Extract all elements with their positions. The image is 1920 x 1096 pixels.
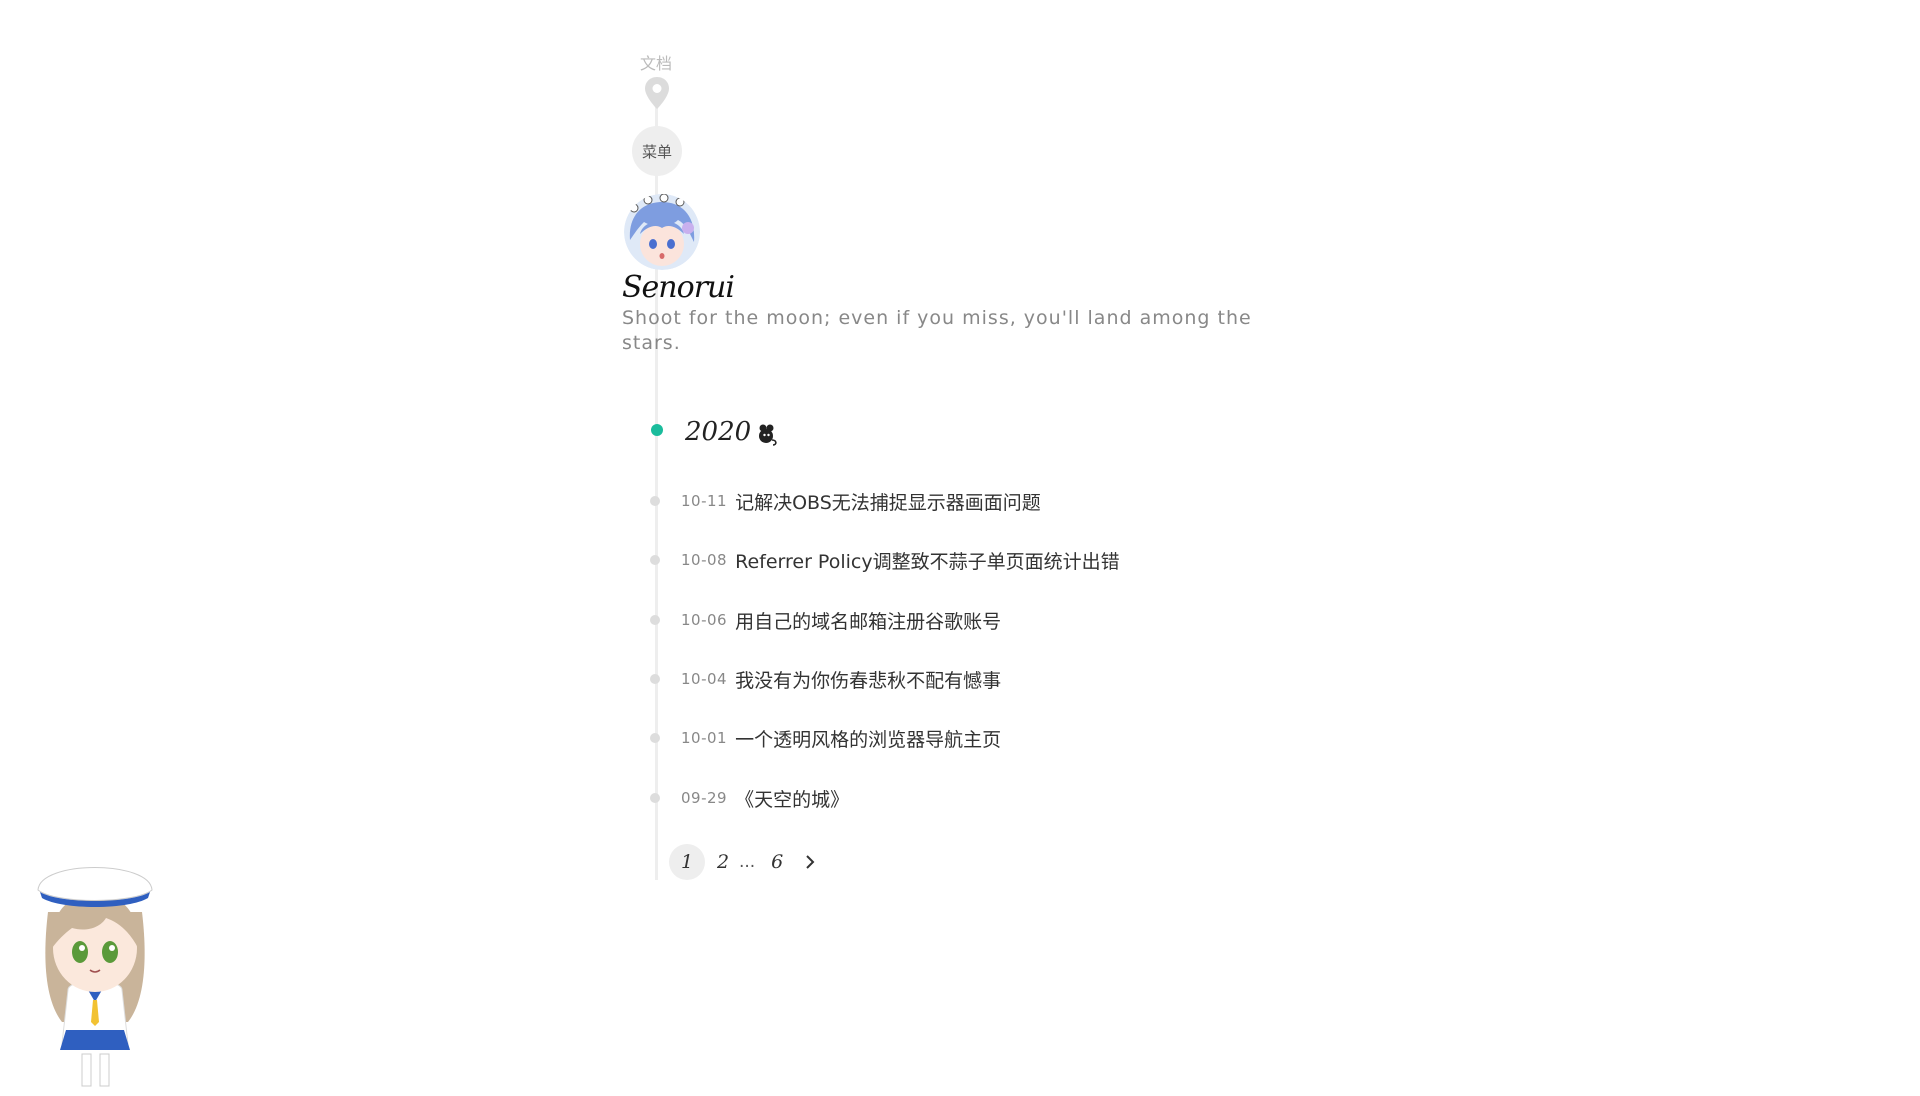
- post-date: 10-06: [681, 611, 728, 629]
- post-title-link[interactable]: 《天空的城》: [735, 785, 849, 812]
- post-date: 09-29: [681, 789, 728, 807]
- menu-button[interactable]: 菜单: [632, 126, 682, 176]
- post-date: 10-11: [681, 492, 728, 510]
- post-date: 10-01: [681, 729, 728, 747]
- list-item[interactable]: 10-11 记解决OBS无法捕捉显示器画面问题: [650, 486, 1041, 516]
- year-mascot-icon: [759, 424, 777, 446]
- page-link[interactable]: 6: [759, 844, 795, 880]
- year-dot: [651, 424, 663, 436]
- list-item[interactable]: 10-06 用自己的域名邮箱注册谷歌账号: [650, 605, 1001, 635]
- post-title-link[interactable]: 记解决OBS无法捕捉显示器画面问题: [735, 488, 1041, 515]
- post-dot: [650, 793, 660, 803]
- page-link[interactable]: 2: [705, 844, 741, 880]
- list-item[interactable]: 10-01 一个透明风格的浏览器导航主页: [650, 723, 1001, 753]
- year-heading: 2020: [685, 417, 752, 447]
- post-title-link[interactable]: 我没有为你伤春悲秋不配有憾事: [735, 666, 1001, 693]
- site-title[interactable]: Senorui: [622, 270, 735, 305]
- post-title-link[interactable]: 一个透明风格的浏览器导航主页: [735, 725, 1001, 752]
- post-dot: [650, 674, 660, 684]
- post-date: 10-04: [681, 670, 728, 688]
- list-item[interactable]: 10-04 我没有为你伤春悲秋不配有憾事: [650, 664, 1001, 694]
- docs-label[interactable]: 文档: [636, 50, 676, 74]
- site-motto: Shoot for the moon; even if you miss, yo…: [622, 307, 1252, 354]
- page-ellipsis: ...: [739, 852, 756, 872]
- post-dot: [650, 733, 660, 743]
- next-page-button[interactable]: [795, 844, 825, 880]
- post-date: 10-08: [681, 551, 728, 569]
- post-dot: [650, 555, 660, 565]
- pagination: 1 2 ... 6: [669, 844, 825, 880]
- location-pin-icon[interactable]: [643, 76, 671, 110]
- list-item[interactable]: 10-08 Referrer Policy调整致不蒜子单页面统计出错: [650, 545, 1120, 575]
- page-current[interactable]: 1: [669, 844, 705, 880]
- post-dot: [650, 496, 660, 506]
- list-item[interactable]: 09-29 《天空的城》: [650, 783, 849, 813]
- post-dot: [650, 615, 660, 625]
- mascot[interactable]: [26, 852, 164, 1096]
- chevron-right-icon: [806, 855, 815, 869]
- post-title-link[interactable]: Referrer Policy调整致不蒜子单页面统计出错: [735, 547, 1119, 574]
- avatar[interactable]: [624, 194, 700, 270]
- post-title-link[interactable]: 用自己的域名邮箱注册谷歌账号: [735, 607, 1001, 634]
